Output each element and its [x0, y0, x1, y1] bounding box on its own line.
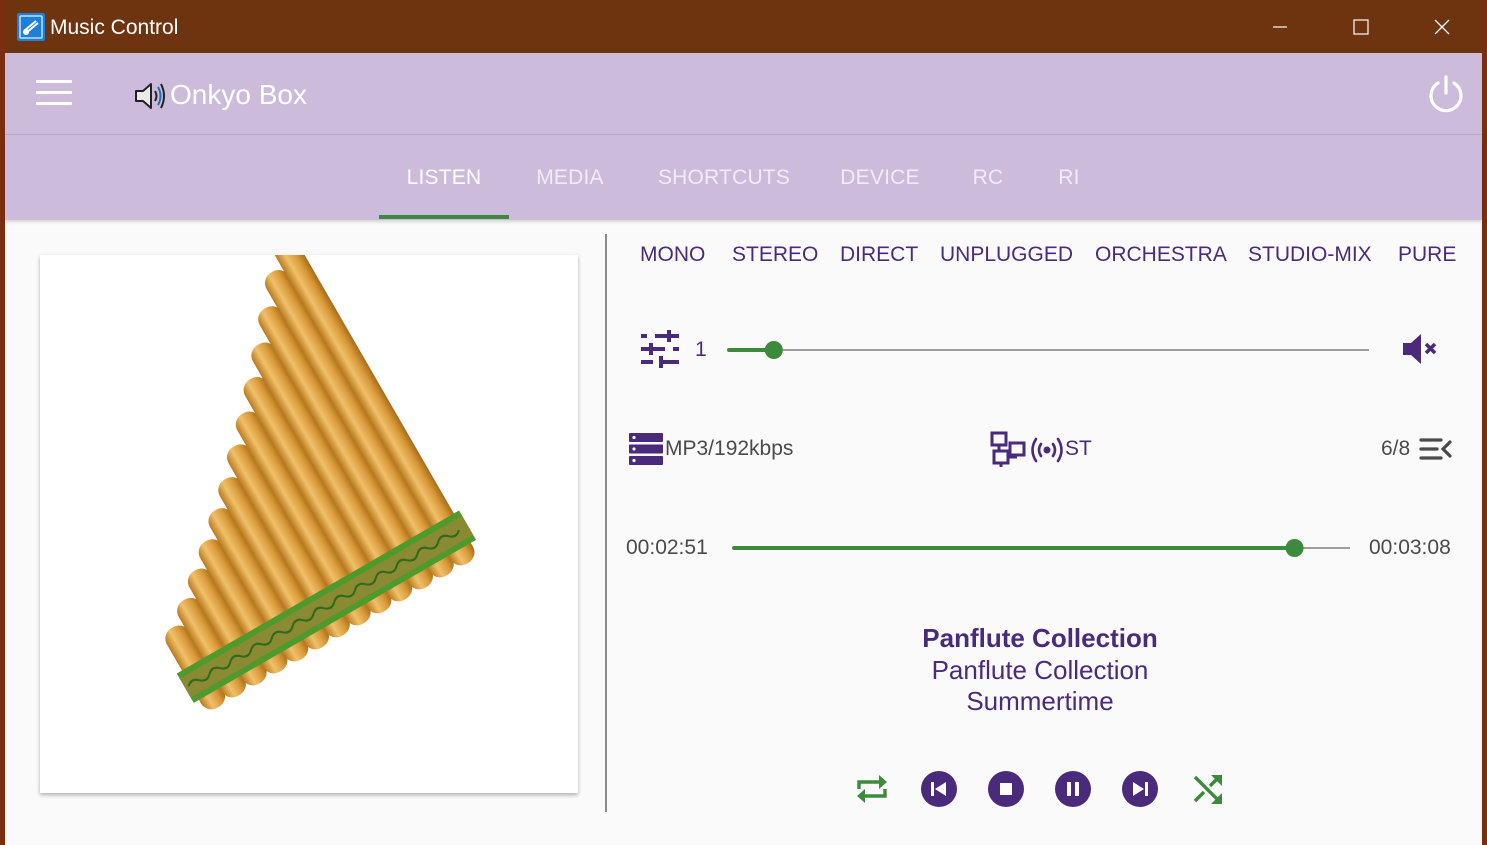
pause-button[interactable]: [1055, 771, 1091, 807]
tab-device[interactable]: DEVICE: [825, 135, 935, 220]
maximize-icon: [1353, 18, 1369, 35]
stop-icon: [1000, 783, 1012, 795]
mode-pure-button[interactable]: PURE: [1398, 238, 1456, 272]
menu-icon-bar: [36, 91, 72, 94]
maximize-button[interactable]: [1321, 0, 1401, 53]
previous-icon: [931, 782, 946, 796]
window-title: Music Control: [50, 16, 179, 39]
track-title: Summertime: [966, 686, 1114, 716]
tab-bar: LISTEN MEDIA SHORTCUTS DEVICE RC RI: [5, 135, 1482, 220]
device-name: Onkyo Box: [170, 79, 307, 110]
menu-icon-bar: [36, 102, 72, 105]
network-icon: [990, 431, 1026, 467]
menu-button[interactable]: [36, 80, 72, 108]
speaker-icon: [135, 83, 165, 109]
shuffle-button[interactable]: [1189, 770, 1227, 808]
total-time: 00:03:08: [1369, 536, 1451, 559]
tab-media[interactable]: MEDIA: [515, 135, 625, 220]
tab-shortcuts[interactable]: SHORTCUTS: [643, 135, 805, 220]
broadcast-icon: [1031, 437, 1063, 463]
repeat-icon: [857, 775, 887, 803]
title-bar: Music Control: [5, 0, 1482, 53]
shuffle-icon: [1193, 775, 1222, 804]
equalizer-icon[interactable]: [641, 330, 679, 368]
minimize-icon: [1273, 25, 1287, 28]
close-icon: [1434, 19, 1450, 34]
seek-slider[interactable]: [732, 536, 1352, 560]
app-logo-icon: [17, 13, 45, 41]
storage-icon: [629, 433, 663, 465]
volume-slider[interactable]: [727, 338, 1371, 362]
panel-divider: [605, 234, 607, 812]
app-window: Music Control Onkyo Box LISTEN MEDIA SHO…: [5, 0, 1482, 845]
current-time: 00:02:51: [626, 536, 708, 559]
mode-studio-mix-button[interactable]: STUDIO-MIX: [1248, 238, 1372, 272]
tab-rc[interactable]: RC: [955, 135, 1021, 220]
close-button[interactable]: [1402, 0, 1482, 53]
mode-stereo-button[interactable]: STEREO: [732, 238, 818, 272]
previous-button[interactable]: [921, 771, 957, 807]
stop-button[interactable]: [988, 771, 1024, 807]
mode-unplugged-button[interactable]: UNPLUGGED: [940, 238, 1073, 272]
listening-modes: MONO STEREO DIRECT UNPLUGGED ORCHESTRA S…: [625, 238, 1475, 272]
next-button[interactable]: [1122, 771, 1158, 807]
menu-icon: [36, 80, 72, 83]
minimize-button[interactable]: [1240, 0, 1320, 53]
panflute-image: [165, 255, 477, 710]
power-icon[interactable]: [1426, 74, 1466, 114]
tab-ri[interactable]: RI: [1041, 135, 1097, 220]
mode-orchestra-button[interactable]: ORCHESTRA: [1095, 238, 1227, 272]
artist-name: Panflute Collection: [931, 655, 1149, 685]
mode-mono-button[interactable]: MONO: [640, 238, 705, 272]
next-icon: [1133, 782, 1148, 796]
volume-value: 1: [695, 338, 707, 361]
mode-direct-button[interactable]: DIRECT: [840, 238, 918, 272]
pause-icon: [1067, 782, 1079, 796]
album-cover: [40, 255, 578, 793]
track-info: Panflute Collection Panflute Collection …: [840, 622, 1240, 716]
signal-type: ST: [1065, 437, 1092, 460]
track-position: 6/8: [1381, 437, 1411, 460]
repeat-button[interactable]: [853, 770, 891, 808]
app-header: Onkyo Box: [5, 53, 1482, 135]
tab-listen[interactable]: LISTEN: [379, 135, 509, 220]
album-title: Panflute Collection: [922, 623, 1158, 653]
playlist-icon[interactable]: [1419, 436, 1453, 464]
audio-format: MP3/192kbps: [665, 437, 794, 460]
mute-icon[interactable]: [1401, 330, 1441, 368]
active-tab-indicator: [379, 215, 509, 219]
